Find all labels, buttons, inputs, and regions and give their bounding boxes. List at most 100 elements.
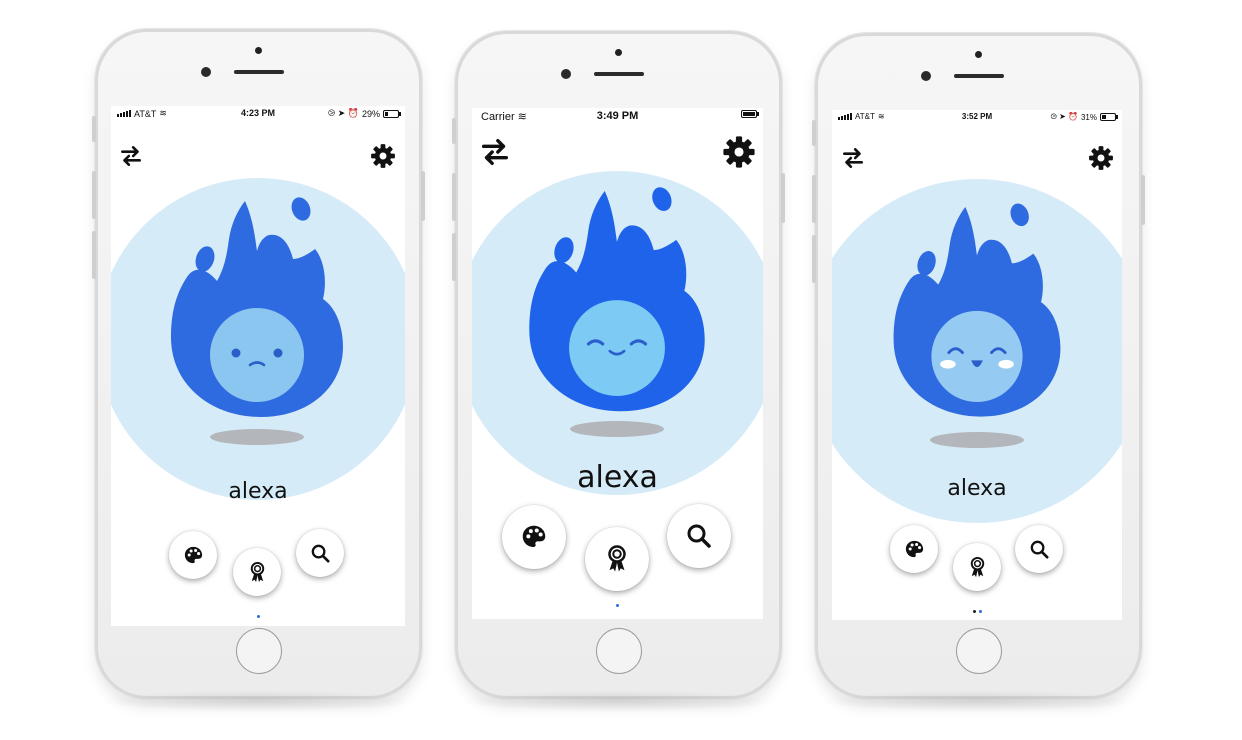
flame-mascot (171, 197, 343, 417)
front-camera (920, 71, 931, 81)
page-indicator (111, 615, 405, 618)
pet-name: alexa (577, 460, 658, 495)
customize-button[interactable] (169, 531, 217, 579)
status-right (741, 110, 759, 118)
mute-switch (812, 120, 816, 146)
status-bar: Carrier ≋ 3:49 PM (472, 108, 763, 124)
volume-down-button (92, 231, 96, 279)
home-button[interactable] (955, 628, 1002, 674)
customize-button[interactable] (890, 525, 938, 573)
page-dot[interactable] (978, 610, 982, 613)
flame-drop-right (291, 197, 311, 221)
gear-icon (371, 144, 395, 168)
front-camera (560, 69, 571, 79)
volume-down-button (452, 233, 456, 281)
palette-icon (905, 540, 923, 557)
pet-character[interactable] (880, 190, 1074, 423)
achievements-button[interactable] (953, 543, 1001, 591)
face (210, 308, 304, 402)
eye-right (273, 348, 283, 358)
award-ribbon-icon (970, 556, 984, 577)
volume-up-button (92, 171, 96, 219)
battery-icon (383, 109, 401, 118)
switch-pet-button[interactable] (118, 143, 144, 169)
page-dot[interactable] (972, 610, 976, 613)
face (569, 300, 665, 396)
eye-left (231, 348, 241, 358)
home-button[interactable] (235, 628, 282, 674)
flame-drop-left (554, 237, 574, 264)
achievements-button[interactable] (233, 548, 281, 596)
search-icon (1030, 540, 1049, 559)
page-dot[interactable] (616, 604, 619, 607)
battery-percent: 31% (1080, 112, 1097, 122)
gear-icon (723, 136, 755, 168)
explore-button[interactable] (667, 504, 731, 568)
power-button (1141, 175, 1145, 225)
app-screen: AT&T ≋ 3:52 PM ⧁ ➤ ⏰ 31% alexa (832, 110, 1122, 620)
settings-button[interactable] (370, 143, 396, 169)
pet-name: alexa (947, 475, 1007, 501)
power-button (781, 173, 785, 223)
pet-floor-shadow (930, 432, 1024, 448)
switch-pet-button[interactable] (840, 145, 866, 171)
face (931, 310, 1023, 403)
swap-arrows-icon (481, 138, 509, 166)
settings-button[interactable] (722, 135, 756, 169)
earpiece-speaker (233, 70, 284, 74)
battery-level (743, 112, 755, 116)
award-ribbon-icon (250, 561, 264, 582)
page-indicator (832, 610, 1122, 613)
flame-drop-left (917, 251, 936, 276)
search-icon (687, 524, 711, 548)
volume-down-button (812, 235, 816, 283)
flame-drop-left (195, 246, 215, 272)
status-bar: AT&T ≋ 4:23 PM ⧁ ➤ ⏰ 29% (111, 106, 405, 122)
blush-right (998, 359, 1014, 369)
home-button[interactable] (595, 628, 642, 674)
battery-percent: 29% (361, 108, 380, 119)
status-right: ⧁ ➤ ⏰ 29% (328, 108, 401, 119)
explore-button[interactable] (1015, 525, 1063, 573)
proximity-sensor (254, 47, 262, 54)
search-icon (311, 544, 330, 563)
pet-name: alexa (228, 478, 288, 504)
earpiece-speaker (953, 74, 1004, 78)
blush-left (940, 359, 956, 369)
palette-icon (522, 525, 546, 547)
mute-switch (452, 118, 456, 144)
battery-level (1102, 115, 1106, 119)
status-icons: ⧁ ➤ ⏰ (328, 108, 359, 118)
pet-floor-shadow (570, 421, 664, 437)
mute-switch (92, 116, 96, 142)
pet-floor-shadow (210, 429, 304, 445)
front-camera (200, 67, 211, 77)
proximity-sensor (614, 49, 622, 56)
battery-icon (741, 110, 759, 118)
power-button (421, 171, 425, 221)
battery-level (385, 111, 388, 116)
swap-arrows-icon (843, 148, 863, 168)
page-indicator (472, 604, 763, 607)
palette-icon (184, 546, 202, 563)
achievements-button[interactable] (585, 527, 649, 591)
page-dot[interactable] (256, 615, 260, 618)
settings-button[interactable] (1088, 145, 1114, 171)
status-icons: ⧁ ➤ ⏰ (1050, 112, 1078, 121)
volume-up-button (452, 173, 456, 221)
flame-drop-right (1010, 203, 1029, 227)
status-time: 3:49 PM (596, 110, 639, 122)
pet-character[interactable] (515, 173, 719, 418)
app-screen: AT&T ≋ 4:23 PM ⧁ ➤ ⏰ 29% alexa (111, 106, 405, 626)
gear-icon (1089, 146, 1113, 170)
switch-pet-button[interactable] (478, 135, 512, 169)
volume-up-button (812, 175, 816, 223)
earpiece-speaker (593, 72, 644, 76)
app-screen: Carrier ≋ 3:49 PM alexa (472, 108, 763, 619)
award-ribbon-icon (608, 545, 626, 572)
proximity-sensor (974, 51, 982, 58)
customize-button[interactable] (502, 505, 566, 569)
explore-button[interactable] (296, 529, 344, 577)
battery-icon (1100, 113, 1118, 121)
pet-character[interactable] (157, 183, 357, 423)
